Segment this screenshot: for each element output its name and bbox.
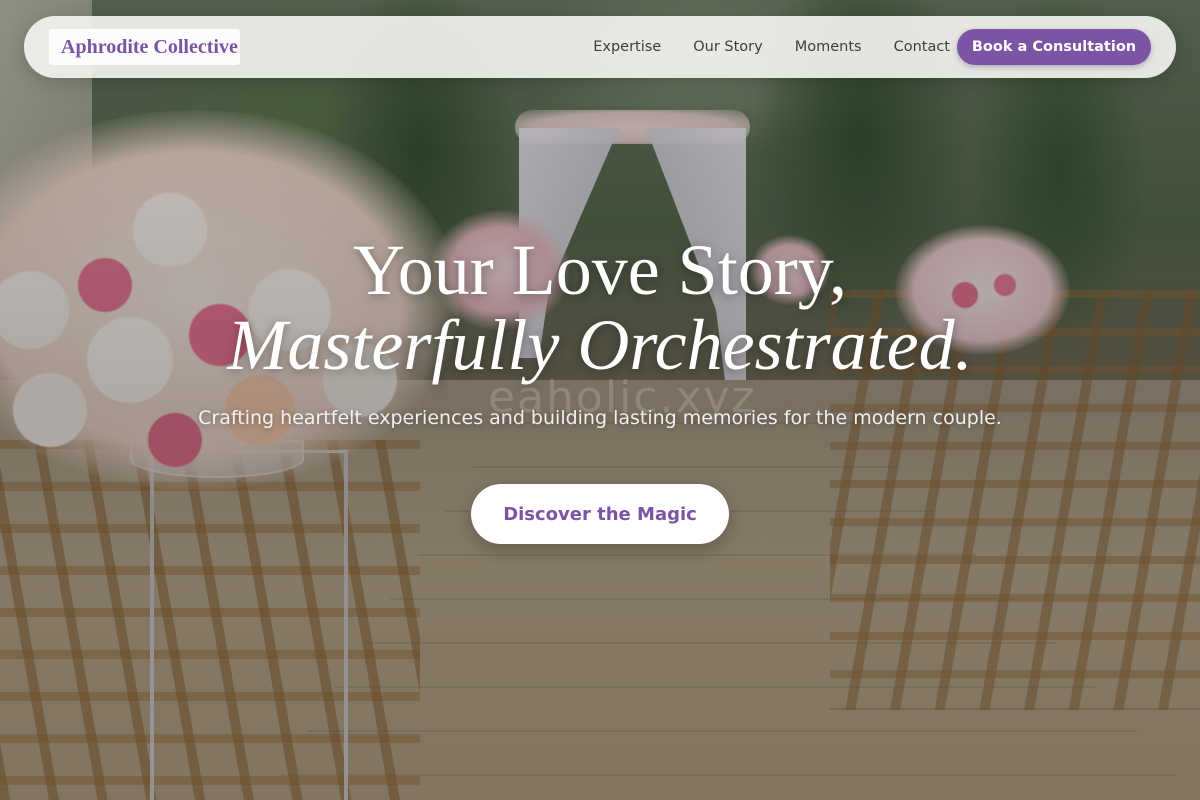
hero-headline: Your Love Story, Masterfully Orchestrate… [0,230,1200,385]
hero-headline-line1: Your Love Story, [352,230,848,310]
hero-subtitle: Crafting heartfelt experiences and build… [198,407,1002,429]
discover-the-magic-button[interactable]: Discover the Magic [471,484,729,544]
brand-logo[interactable]: Aphrodite Collective [49,29,240,65]
nav-link-moments[interactable]: Moments [795,39,862,55]
nav-link-our-story[interactable]: Our Story [693,39,762,55]
book-consultation-button[interactable]: Book a Consultation [957,29,1151,65]
nav-link-expertise[interactable]: Expertise [593,39,661,55]
nav-links: Expertise Our Story Moments Contact [593,16,950,78]
hero-headline-line2: Masterfully Orchestrated. [227,305,973,385]
nav-link-contact[interactable]: Contact [894,39,950,55]
hero-content: Your Love Story, Masterfully Orchestrate… [0,230,1200,544]
top-navigation-bar: Aphrodite Collective Expertise Our Story… [24,16,1176,78]
